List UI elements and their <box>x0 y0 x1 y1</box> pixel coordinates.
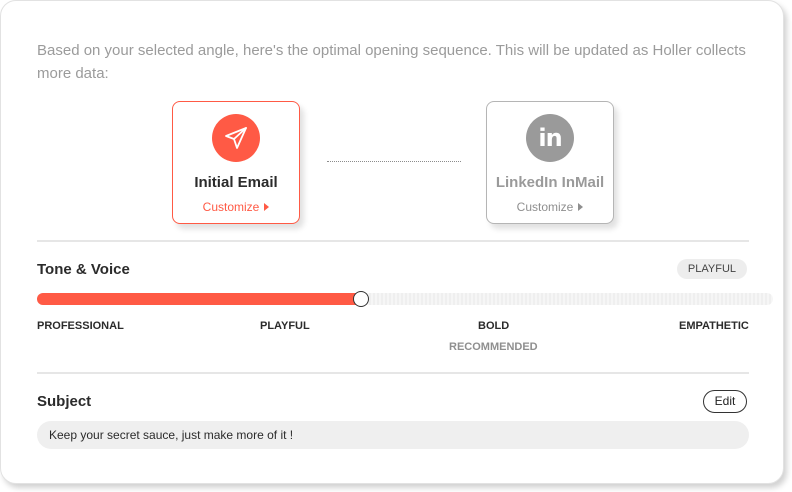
subject-field[interactable]: Keep your secret sauce, just make more o… <box>37 421 749 449</box>
tone-label-bold[interactable]: BOLD <box>478 320 509 332</box>
tone-slider-track[interactable] <box>37 291 773 307</box>
linkedin-icon-glyph: in <box>538 124 562 152</box>
tone-slider-handle[interactable] <box>352 291 369 307</box>
step-initial-email[interactable]: Initial Email Customize <box>172 101 300 224</box>
tone-selected-badge: PLAYFUL <box>676 259 747 279</box>
subject-title: Subject <box>37 393 92 410</box>
tone-label-empathetic[interactable]: EMPATHETIC <box>679 320 749 332</box>
sequence-card: Based on your selected angle, here's the… <box>0 0 784 484</box>
step-title: Initial Email <box>194 174 278 191</box>
customize-label: Customize <box>516 200 574 214</box>
caret-right-icon <box>264 203 270 211</box>
recommended-label: RECOMMENDED <box>449 341 538 353</box>
paper-plane-icon <box>212 114 260 162</box>
section-divider <box>37 372 749 374</box>
customize-link[interactable]: Customize <box>203 200 270 214</box>
customize-link[interactable]: Customize <box>517 200 584 214</box>
customize-label: Customize <box>202 200 260 214</box>
tone-label-professional[interactable]: PROFESSIONAL <box>37 320 124 332</box>
section-divider <box>37 240 749 242</box>
step-linkedin-inmail[interactable]: in LinkedIn InMail Customize <box>486 101 614 224</box>
tone-label-playful[interactable]: PLAYFUL <box>260 320 310 332</box>
intro-text: Based on your selected angle, here's the… <box>37 42 746 82</box>
tone-slider-fill <box>37 293 361 305</box>
step-title: LinkedIn InMail <box>495 174 605 191</box>
tone-voice-title: Tone & Voice <box>37 261 130 278</box>
caret-right-icon <box>578 203 584 211</box>
linkedin-icon: in <box>526 114 574 162</box>
edit-subject-button[interactable]: Edit <box>703 390 747 413</box>
sequence-connector <box>327 161 461 162</box>
